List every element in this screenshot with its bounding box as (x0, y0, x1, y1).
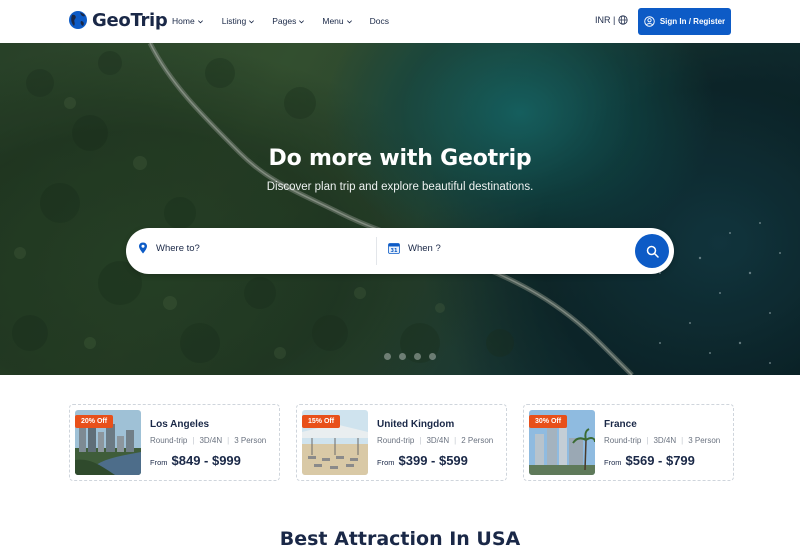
deal-card-france[interactable]: 30% Off France Round-trip | 3D/4N | 3 Pe… (523, 404, 734, 481)
meta-separator: | (646, 436, 649, 445)
deal-price: From $569 - $799 (604, 453, 695, 468)
trip-type: Round-trip (377, 436, 415, 445)
discount-badge: 15% Off (302, 415, 341, 428)
section-title: Best Attraction In USA (279, 528, 521, 550)
logo-text: GeoTrip (92, 9, 168, 31)
currency-selector[interactable]: INR | (595, 15, 628, 25)
deal-meta: Round-trip | 3D/4N | 3 Person (604, 436, 720, 445)
deal-meta: Round-trip | 3D/4N | 3 Person (150, 436, 266, 445)
chevron-down-icon (197, 19, 203, 23)
search-bar: Where to? 31 When ? (126, 228, 674, 274)
trip-people: 3 Person (234, 436, 267, 445)
carousel-dot-2[interactable] (399, 353, 406, 360)
deal-title: France (604, 419, 637, 430)
search-button[interactable] (635, 234, 669, 268)
nav-item-label: Home (172, 16, 195, 26)
price-from-label: From (150, 458, 168, 467)
carousel-dot-4[interactable] (429, 353, 436, 360)
deal-title: United Kingdom (377, 419, 455, 430)
chevron-down-icon (299, 19, 305, 23)
date-placeholder: When ? (408, 242, 441, 254)
discount-badge: 30% Off (529, 415, 568, 428)
deal-title: Los Angeles (150, 419, 210, 430)
chevron-down-icon (249, 19, 255, 23)
map-pin-icon (139, 242, 147, 254)
site-header: GeoTrip Home Listing Pages Menu Docs INR… (0, 0, 800, 43)
meta-separator: | (454, 436, 457, 445)
logo[interactable]: GeoTrip (68, 9, 168, 31)
destination-placeholder: Where to? (156, 242, 200, 254)
trip-type: Round-trip (604, 436, 642, 445)
price-from-label: From (604, 458, 622, 467)
discount-badge: 20% Off (75, 415, 114, 428)
price-from-label: From (377, 458, 395, 467)
deal-meta: Round-trip | 3D/4N | 2 Person (377, 436, 493, 445)
globe-icon (618, 15, 628, 25)
trip-people: 3 Person (688, 436, 721, 445)
meta-separator: | (681, 436, 684, 445)
calendar-icon: 31 (388, 243, 400, 254)
date-field[interactable]: 31 When ? (388, 242, 441, 254)
nav-item-menu[interactable]: Menu (322, 16, 352, 26)
deal-price: From $849 - $999 (150, 453, 241, 468)
deal-cards: 20% Off Los Angeles Round-trip | 3D/4N |… (69, 404, 734, 481)
trip-duration: 3D/4N (199, 436, 223, 445)
carousel-dot-3[interactable] (414, 353, 421, 360)
carousel-dot-1[interactable] (384, 353, 391, 360)
trip-duration: 3D/4N (653, 436, 677, 445)
meta-separator: | (227, 436, 230, 445)
price-range: $569 - $799 (625, 453, 695, 468)
user-circle-icon (644, 16, 655, 27)
nav-item-pages[interactable]: Pages (272, 16, 305, 26)
chevron-down-icon (346, 19, 352, 23)
trip-duration: 3D/4N (426, 436, 450, 445)
deal-price: From $399 - $599 (377, 453, 468, 468)
meta-separator: | (192, 436, 195, 445)
page: GeoTrip Home Listing Pages Menu Docs INR… (0, 0, 800, 550)
nav-item-docs[interactable]: Docs (370, 16, 389, 26)
currency-label: INR | (595, 15, 616, 25)
meta-separator: | (419, 436, 422, 445)
nav-item-label: Listing (221, 16, 247, 26)
trip-type: Round-trip (150, 436, 188, 445)
nav-item-label: Docs (369, 16, 390, 26)
hero-subtitle: Discover plan trip and explore beautiful… (266, 181, 534, 193)
destination-field[interactable]: Where to? (138, 242, 200, 254)
nav-item-label: Pages (272, 16, 297, 26)
search-divider (376, 237, 377, 265)
main-nav: Home Listing Pages Menu Docs (172, 16, 389, 26)
nav-item-home[interactable]: Home (172, 16, 204, 26)
carousel-dots (384, 353, 436, 360)
hero-title: Do more with Geotrip (268, 146, 532, 171)
price-range: $399 - $599 (398, 453, 468, 468)
deal-card-los-angeles[interactable]: 20% Off Los Angeles Round-trip | 3D/4N |… (69, 404, 280, 481)
logo-globe-icon (69, 11, 87, 29)
trip-people: 2 Person (461, 436, 494, 445)
nav-item-listing[interactable]: Listing (222, 16, 256, 26)
sign-in-label: Sign In / Register (659, 17, 726, 26)
search-icon (646, 245, 659, 258)
calendar-day: 31 (391, 248, 398, 254)
nav-item-label: Menu (322, 16, 344, 26)
deal-card-united-kingdom[interactable]: 15% Off United Kingdom Round-trip | 3D/4… (296, 404, 507, 481)
price-range: $849 - $999 (171, 453, 241, 468)
hero-aerial-image (0, 43, 800, 375)
sign-in-register-button[interactable]: Sign In / Register (638, 8, 731, 35)
hero-banner: Do more with Geotrip Discover plan trip … (0, 43, 800, 375)
